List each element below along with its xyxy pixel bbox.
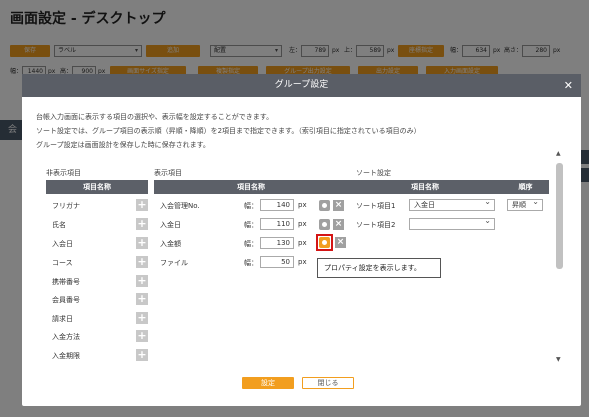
- gear-icon[interactable]: [319, 237, 330, 248]
- shown-items-header: 項目名称: [154, 180, 348, 194]
- ok-button[interactable]: 設定: [242, 377, 294, 389]
- description-line: グループ設定は画面設計を保存した時に保存されます。: [36, 141, 210, 149]
- scrollbar[interactable]: ▲ ▼: [556, 150, 563, 365]
- sort-item-label: ソート項目1: [356, 202, 396, 210]
- px-label: px: [298, 201, 307, 209]
- close-icon[interactable]: ×: [333, 200, 344, 211]
- list-item: 入会管理No.: [160, 202, 200, 210]
- scroll-up-icon[interactable]: ▲: [556, 150, 561, 157]
- tooltip: プロパティ設定を表示します。: [317, 258, 441, 278]
- list-item: 入金額: [160, 240, 181, 248]
- add-item-button[interactable]: +: [136, 256, 148, 268]
- list-item: 携帯番号: [52, 278, 80, 286]
- sort-item-select[interactable]: [409, 216, 495, 230]
- sort-name-header: 項目名称: [348, 180, 502, 194]
- list-item: 入会日: [52, 240, 73, 248]
- hidden-items-heading: 非表示項目: [46, 169, 81, 177]
- close-icon[interactable]: ✕: [564, 74, 573, 97]
- list-item: フリガナ: [52, 202, 80, 210]
- close-icon[interactable]: ×: [333, 219, 344, 230]
- sort-item-select[interactable]: 入金日: [409, 197, 495, 211]
- sort-order-header: 順序: [502, 180, 549, 194]
- dialog-title: グループ設定: [274, 80, 329, 90]
- list-item: 氏名: [52, 221, 66, 229]
- close-button[interactable]: 閉じる: [302, 377, 354, 389]
- list-item: 入金期限: [52, 352, 80, 360]
- sort-order-select[interactable]: 昇順: [507, 197, 543, 211]
- group-settings-dialog: グループ設定 ✕ 台帳入力画面に表示する項目の選択や、表示幅を設定することができ…: [22, 74, 581, 406]
- scrollbar-thumb[interactable]: [556, 163, 563, 269]
- width-label: 幅：: [244, 240, 258, 248]
- width-label: 幅：: [244, 202, 258, 210]
- close-icon[interactable]: ×: [335, 237, 346, 248]
- list-item: 入金方法: [52, 333, 80, 341]
- add-item-button[interactable]: +: [136, 330, 148, 342]
- list-item: 会員番号: [52, 296, 80, 304]
- sort-item-label: ソート項目2: [356, 221, 396, 229]
- px-label: px: [298, 239, 307, 247]
- list-item: ファイル: [160, 259, 188, 267]
- px-label: px: [298, 220, 307, 228]
- add-item-button[interactable]: +: [136, 349, 148, 361]
- dialog-header: グループ設定 ✕: [22, 74, 581, 97]
- add-item-button[interactable]: +: [136, 199, 148, 211]
- add-item-button[interactable]: +: [136, 275, 148, 287]
- width-label: 幅：: [244, 259, 258, 267]
- add-item-button[interactable]: +: [136, 312, 148, 324]
- add-item-button[interactable]: +: [136, 237, 148, 249]
- width-input[interactable]: 140: [260, 199, 294, 211]
- list-item: コース: [52, 259, 73, 267]
- width-input[interactable]: 110: [260, 218, 294, 230]
- sort-settings-heading: ソート設定: [356, 169, 391, 177]
- list-item: 入金日: [160, 221, 181, 229]
- width-label: 幅：: [244, 221, 258, 229]
- gear-icon[interactable]: [319, 200, 330, 211]
- scroll-down-icon[interactable]: ▼: [556, 356, 561, 363]
- width-input[interactable]: 130: [260, 237, 294, 249]
- hidden-items-header: 項目名称: [46, 180, 148, 194]
- width-input[interactable]: 50: [260, 256, 294, 268]
- list-item: 請求日: [52, 315, 73, 323]
- add-item-button[interactable]: +: [136, 218, 148, 230]
- description-line: ソート設定では、グループ項目の表示順（昇順・降順）を2項目まで指定できます。（索…: [36, 127, 421, 135]
- px-label: px: [298, 258, 307, 266]
- shown-items-heading: 表示項目: [154, 169, 182, 177]
- add-item-button[interactable]: +: [136, 293, 148, 305]
- gear-icon[interactable]: [319, 219, 330, 230]
- description-line: 台帳入力画面に表示する項目の選択や、表示幅を設定することができます。: [36, 113, 274, 121]
